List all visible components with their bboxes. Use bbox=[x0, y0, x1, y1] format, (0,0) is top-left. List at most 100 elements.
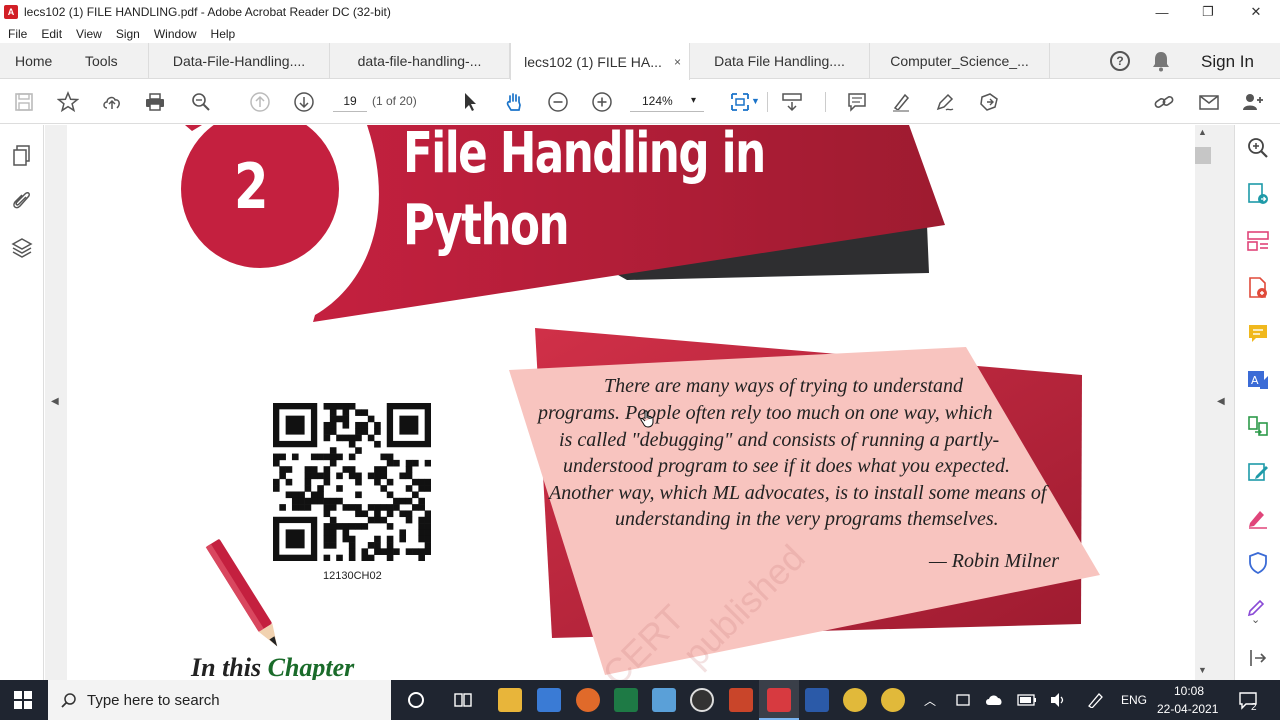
windows-start-icon[interactable] bbox=[14, 691, 32, 709]
tray-expand-icon[interactable]: ︿ bbox=[924, 692, 936, 709]
prev-page-icon[interactable] bbox=[248, 90, 272, 114]
zoom-out-icon[interactable] bbox=[546, 90, 570, 114]
hand-tool-icon[interactable] bbox=[502, 90, 526, 114]
share-edit-icon[interactable] bbox=[977, 90, 1001, 114]
minimize-button[interactable]: — bbox=[1139, 0, 1185, 24]
upload-cloud-icon[interactable] bbox=[100, 90, 124, 114]
powerpoint-icon[interactable] bbox=[729, 688, 753, 712]
fill-sign-icon[interactable] bbox=[1246, 460, 1270, 484]
vertical-scrollbar[interactable]: ▲ ▼ bbox=[1195, 125, 1211, 680]
menu-edit[interactable]: Edit bbox=[41, 27, 62, 41]
language-indicator[interactable]: ENG bbox=[1121, 693, 1147, 707]
pen-tray-icon[interactable] bbox=[1086, 692, 1104, 708]
help-icon[interactable]: ? bbox=[1110, 51, 1130, 71]
svg-text:A: A bbox=[1251, 374, 1259, 387]
chrome-icon[interactable] bbox=[843, 688, 867, 712]
tab-doc-1[interactable]: Data-File-Handling.... bbox=[148, 43, 330, 79]
menu-window[interactable]: Window bbox=[154, 27, 197, 41]
cortana-icon[interactable] bbox=[407, 691, 425, 709]
scrolling-mode-icon[interactable] bbox=[780, 90, 804, 114]
zoom-in-icon[interactable] bbox=[590, 90, 614, 114]
protect-shield-icon[interactable] bbox=[1246, 551, 1270, 575]
print-icon[interactable] bbox=[143, 90, 167, 114]
attachment-icon[interactable] bbox=[11, 189, 33, 216]
task-view-icon[interactable] bbox=[453, 691, 473, 709]
volume-icon[interactable] bbox=[1049, 692, 1067, 708]
tab-doc-3-active[interactable]: lecs102 (1) FILE HA... × bbox=[510, 43, 690, 80]
zoom-level-select[interactable]: 124% ▾ bbox=[630, 90, 704, 112]
scroll-tools-chevron-icon[interactable]: ⌄ bbox=[1251, 613, 1260, 626]
menu-view[interactable]: View bbox=[76, 27, 102, 41]
comment-icon[interactable] bbox=[845, 90, 869, 114]
sign-pen-icon[interactable] bbox=[933, 90, 957, 114]
word-icon[interactable] bbox=[805, 688, 829, 712]
menu-sign[interactable]: Sign bbox=[116, 27, 140, 41]
tab-doc-5[interactable]: Computer_Science_... bbox=[870, 43, 1050, 79]
quote-line-1: There are many ways of trying to underst… bbox=[604, 375, 964, 397]
scroll-up-arrow-icon[interactable]: ▲ bbox=[1198, 127, 1207, 137]
add-user-icon[interactable] bbox=[1240, 90, 1264, 114]
next-page-icon[interactable] bbox=[292, 90, 316, 114]
pdf-page: 2 File Handling in Python 12130CH02 Ther… bbox=[67, 125, 1195, 680]
bell-icon[interactable] bbox=[1151, 50, 1171, 75]
email-icon[interactable] bbox=[1197, 90, 1221, 114]
chrome-profile-icon[interactable] bbox=[881, 688, 905, 712]
highlight-pen-icon[interactable] bbox=[889, 90, 913, 114]
fit-page-icon[interactable] bbox=[728, 90, 752, 114]
pencil-illustration bbox=[205, 539, 278, 647]
request-signatures-icon[interactable] bbox=[1246, 506, 1270, 530]
combine-files-icon[interactable] bbox=[1246, 414, 1270, 438]
tab-close-icon[interactable]: × bbox=[674, 55, 681, 69]
tab-doc-1-label: Data-File-Handling.... bbox=[172, 53, 306, 69]
page-number-input[interactable]: 19 bbox=[333, 90, 367, 112]
clock-time[interactable]: 10:08 bbox=[1174, 684, 1204, 698]
app-circle-icon[interactable] bbox=[576, 688, 600, 712]
save-icon[interactable] bbox=[12, 90, 36, 114]
excel-icon[interactable] bbox=[614, 688, 638, 712]
organize-pages-icon[interactable] bbox=[1246, 229, 1270, 253]
document-viewport[interactable]: ◀ 2 File Handling in Python 12130CH02 Th… bbox=[45, 125, 1195, 680]
file-explorer-icon[interactable] bbox=[498, 688, 522, 712]
select-cursor-icon[interactable] bbox=[458, 90, 482, 114]
tab-tools[interactable]: Tools bbox=[85, 43, 118, 79]
close-window-button[interactable]: ✕ bbox=[1233, 0, 1279, 24]
collapse-left-pane-arrow-icon[interactable]: ◀ bbox=[51, 396, 59, 407]
store-icon[interactable] bbox=[537, 688, 561, 712]
sign-in-button[interactable]: Sign In bbox=[1201, 52, 1254, 72]
star-icon[interactable] bbox=[56, 90, 80, 114]
layers-icon[interactable] bbox=[11, 236, 33, 263]
page-thumbnails-icon[interactable] bbox=[11, 144, 33, 171]
tab-doc-4[interactable]: Data File Handling.... bbox=[690, 43, 870, 79]
tab-doc-3-label: lecs102 (1) FILE HA... bbox=[524, 53, 662, 70]
section-heading-part1: In this bbox=[191, 653, 268, 680]
tab-doc-2[interactable]: data-file-handling-... bbox=[330, 43, 510, 79]
active-app-indicator bbox=[759, 680, 799, 720]
export-pdf-icon[interactable] bbox=[1246, 182, 1270, 206]
scrollbar-thumb[interactable] bbox=[1195, 147, 1211, 164]
tab-home[interactable]: Home bbox=[15, 43, 52, 79]
qr-code-label: 12130CH02 bbox=[323, 570, 382, 582]
maximize-button[interactable]: ❐ bbox=[1185, 0, 1231, 24]
onedrive-cloud-icon[interactable] bbox=[985, 693, 1003, 707]
collapse-right-pane-arrow-icon[interactable]: ◀ bbox=[1217, 396, 1225, 407]
battery-icon[interactable] bbox=[1017, 693, 1037, 707]
clock-date[interactable]: 22-04-2021 bbox=[1157, 702, 1218, 716]
fit-dropdown-caret-icon[interactable]: ▼ bbox=[751, 96, 760, 106]
comment-tool-icon[interactable] bbox=[1246, 322, 1270, 346]
zoom-search-icon[interactable] bbox=[189, 90, 213, 114]
tray-app-icon[interactable] bbox=[955, 692, 971, 708]
edit-pdf-icon[interactable]: A bbox=[1246, 368, 1270, 392]
acrobat-app-icon: A bbox=[4, 5, 18, 19]
create-pdf-icon[interactable] bbox=[1246, 276, 1270, 300]
menu-help[interactable]: Help bbox=[211, 27, 236, 41]
collapse-pane-icon[interactable] bbox=[1246, 646, 1270, 670]
scroll-down-arrow-icon[interactable]: ▼ bbox=[1198, 665, 1207, 675]
zoom-magnify-icon[interactable] bbox=[1246, 136, 1270, 160]
remote-desktop-icon[interactable] bbox=[652, 688, 676, 712]
obs-icon[interactable] bbox=[690, 688, 714, 712]
link-icon[interactable] bbox=[1152, 90, 1176, 114]
right-tools-pane: A ⌄ bbox=[1234, 125, 1280, 680]
menu-file[interactable]: File bbox=[8, 27, 27, 41]
toolbar-divider bbox=[825, 92, 826, 112]
taskbar-search-box[interactable]: Type here to search bbox=[48, 680, 391, 720]
